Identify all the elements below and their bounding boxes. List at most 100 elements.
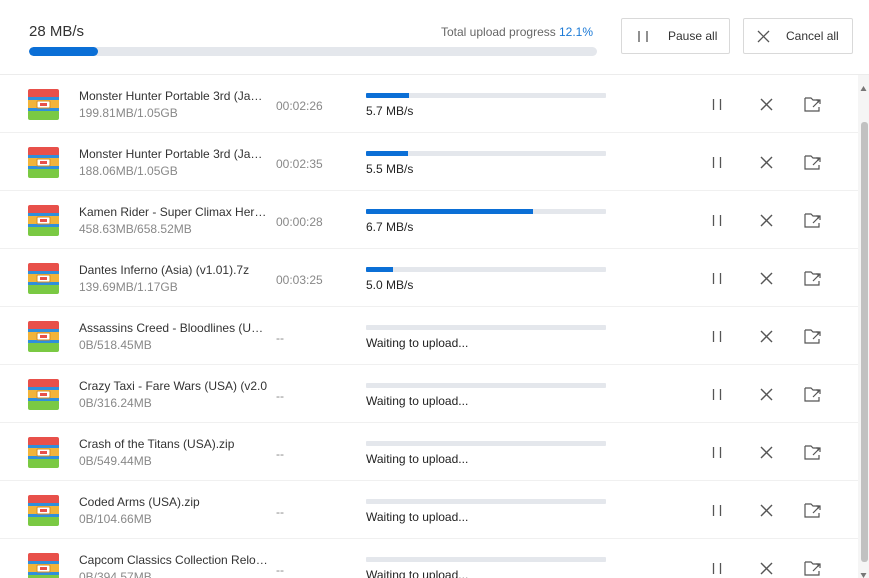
file-size: 0B/394.57MB bbox=[79, 570, 152, 578]
close-icon[interactable] bbox=[757, 559, 775, 577]
time-remaining: -- bbox=[276, 505, 284, 519]
progress-bar bbox=[366, 267, 606, 272]
pause-icon[interactable] bbox=[708, 501, 726, 519]
file-size: 0B/316.24MB bbox=[79, 396, 152, 410]
close-icon[interactable] bbox=[757, 443, 775, 461]
list-item[interactable]: Crash of the Titans (USA).zip 0B/549.44MB… bbox=[0, 423, 858, 481]
archive-file-icon bbox=[28, 147, 59, 178]
cancel-all-label: Cancel all bbox=[786, 29, 839, 43]
total-progress-value: 12.1% bbox=[559, 25, 594, 39]
archive-file-icon bbox=[28, 263, 59, 294]
time-remaining: 00:02:35 bbox=[276, 157, 323, 171]
upload-status: Waiting to upload... bbox=[366, 394, 469, 408]
open-folder-icon[interactable] bbox=[804, 559, 822, 577]
close-icon[interactable] bbox=[757, 385, 775, 403]
time-remaining: -- bbox=[276, 447, 284, 461]
progress-fill bbox=[366, 93, 410, 98]
open-folder-icon[interactable] bbox=[804, 211, 822, 229]
file-size: 0B/518.45MB bbox=[79, 338, 152, 352]
scroll-up-arrow-icon[interactable] bbox=[860, 80, 867, 91]
upload-status: Waiting to upload... bbox=[366, 336, 469, 350]
archive-file-icon bbox=[28, 321, 59, 352]
close-icon[interactable] bbox=[757, 153, 775, 171]
file-name: Monster Hunter Portable 3rd (Japan) bbox=[79, 89, 269, 103]
archive-file-icon bbox=[28, 437, 59, 468]
pause-icon[interactable] bbox=[708, 559, 726, 577]
progress-fill bbox=[366, 267, 393, 272]
time-remaining: -- bbox=[276, 563, 284, 577]
progress-bar bbox=[366, 499, 606, 504]
progress-bar bbox=[366, 209, 606, 214]
file-size: 0B/549.44MB bbox=[79, 454, 152, 468]
upload-status: 5.0 MB/s bbox=[366, 278, 414, 292]
time-remaining: -- bbox=[276, 331, 284, 345]
upload-status: Waiting to upload... bbox=[366, 452, 469, 466]
file-name: Crazy Taxi - Fare Wars (USA) (v2.0 bbox=[79, 379, 268, 393]
open-folder-icon[interactable] bbox=[804, 327, 822, 345]
open-folder-icon[interactable] bbox=[804, 385, 822, 403]
pause-icon[interactable] bbox=[708, 211, 726, 229]
file-name: Assassins Creed - Bloodlines (USA) bbox=[79, 321, 269, 335]
progress-fill bbox=[366, 151, 408, 156]
upload-header: 28 MB/s Total upload progress 12.1% Paus… bbox=[0, 0, 869, 75]
archive-file-icon bbox=[28, 89, 59, 120]
upload-status: Waiting to upload... bbox=[366, 568, 469, 578]
time-remaining: 00:00:28 bbox=[276, 215, 323, 229]
time-remaining: 00:03:25 bbox=[276, 273, 323, 287]
upload-list: Monster Hunter Portable 3rd (Japan) 199.8… bbox=[0, 75, 858, 578]
archive-file-icon bbox=[28, 205, 59, 236]
archive-file-icon bbox=[28, 495, 59, 526]
list-item[interactable]: Crazy Taxi - Fare Wars (USA) (v2.0 0B/316… bbox=[0, 365, 858, 423]
pause-icon[interactable] bbox=[708, 153, 726, 171]
close-icon[interactable] bbox=[757, 269, 775, 287]
progress-bar bbox=[366, 557, 606, 562]
upload-status: 5.5 MB/s bbox=[366, 162, 414, 176]
progress-bar bbox=[366, 151, 606, 156]
scroll-down-arrow-icon[interactable] bbox=[860, 566, 867, 578]
pause-icon[interactable] bbox=[708, 443, 726, 461]
close-icon[interactable] bbox=[757, 211, 775, 229]
pause-icon[interactable] bbox=[708, 385, 726, 403]
pause-icon[interactable] bbox=[708, 95, 726, 113]
total-progress-bar bbox=[29, 47, 597, 56]
file-name: Crash of the Titans (USA).zip bbox=[79, 437, 235, 451]
open-folder-icon[interactable] bbox=[804, 95, 822, 113]
pause-icon[interactable] bbox=[708, 269, 726, 287]
total-speed: 28 MB/s bbox=[29, 23, 85, 40]
archive-file-icon bbox=[28, 553, 59, 578]
close-icon[interactable] bbox=[757, 501, 775, 519]
cancel-all-button[interactable]: Cancel all bbox=[743, 18, 853, 54]
scrollbar-thumb[interactable] bbox=[861, 122, 868, 562]
close-icon[interactable] bbox=[757, 95, 775, 113]
close-icon bbox=[756, 29, 770, 43]
list-item[interactable]: Kamen Rider - Super Climax Heroes 458.63M… bbox=[0, 191, 858, 249]
pause-all-label: Pause all bbox=[668, 29, 718, 43]
file-size: 458.63MB/658.52MB bbox=[79, 222, 192, 236]
file-name: Monster Hunter Portable 3rd (Japan) bbox=[79, 147, 269, 161]
file-name: Dantes Inferno (Asia) (v1.01).7z bbox=[79, 263, 250, 277]
list-item[interactable]: Assassins Creed - Bloodlines (USA) 0B/518… bbox=[0, 307, 858, 365]
file-name: Coded Arms (USA).zip bbox=[79, 495, 200, 509]
pause-icon[interactable] bbox=[708, 327, 726, 345]
progress-fill bbox=[366, 209, 534, 214]
pause-all-button[interactable]: Pause all bbox=[621, 18, 730, 54]
close-icon[interactable] bbox=[757, 327, 775, 345]
time-remaining: -- bbox=[276, 389, 284, 403]
file-name: Kamen Rider - Super Climax Heroes bbox=[79, 205, 269, 219]
file-size: 188.06MB/1.05GB bbox=[79, 164, 178, 178]
upload-status: Waiting to upload... bbox=[366, 510, 469, 524]
open-folder-icon[interactable] bbox=[804, 501, 822, 519]
list-item[interactable]: Monster Hunter Portable 3rd (Japan) 188.0… bbox=[0, 133, 858, 191]
progress-bar bbox=[366, 383, 606, 388]
open-folder-icon[interactable] bbox=[804, 269, 822, 287]
upload-status: 5.7 MB/s bbox=[366, 104, 414, 118]
open-folder-icon[interactable] bbox=[804, 153, 822, 171]
list-item[interactable]: Dantes Inferno (Asia) (v1.01).7z 139.69MB… bbox=[0, 249, 858, 307]
file-size: 139.69MB/1.17GB bbox=[79, 280, 178, 294]
list-item[interactable]: Capcom Classics Collection Reloaded 0B/39… bbox=[0, 539, 858, 578]
progress-bar bbox=[366, 325, 606, 330]
time-remaining: 00:02:26 bbox=[276, 99, 323, 113]
list-item[interactable]: Coded Arms (USA).zip 0B/104.66MB -- Waiting… bbox=[0, 481, 858, 539]
open-folder-icon[interactable] bbox=[804, 443, 822, 461]
list-item[interactable]: Monster Hunter Portable 3rd (Japan) 199.8… bbox=[0, 75, 858, 133]
